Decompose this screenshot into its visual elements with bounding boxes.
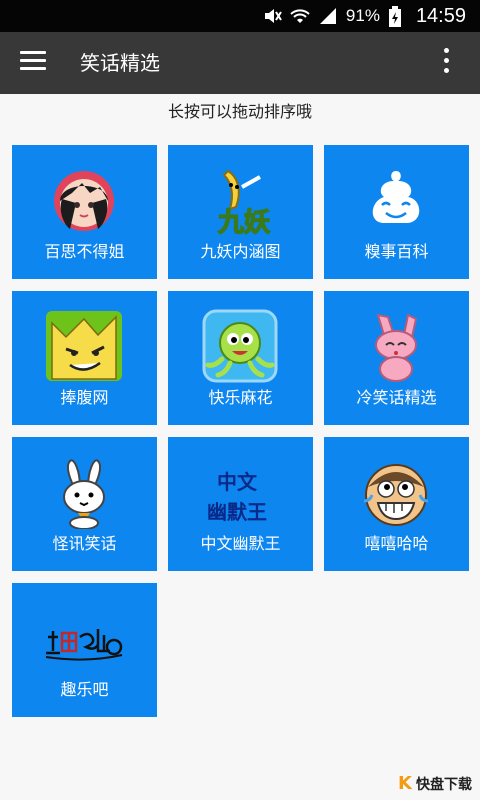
tile-zhongwenyoumowang[interactable]: 中文 幽默王 中文幽默王 <box>168 437 313 571</box>
qulebar-logo-icon <box>42 607 126 667</box>
tile-lengxiaohua[interactable]: 冷笑话精选 <box>324 291 469 425</box>
tile-pengfuwang[interactable]: 捧腹网 <box>12 291 157 425</box>
hamburger-icon[interactable] <box>20 51 46 73</box>
status-icons: 91% 14:59 <box>262 0 466 32</box>
mute-icon <box>262 6 282 26</box>
tile-label: 快乐麻花 <box>208 388 273 407</box>
banana-icon: 九妖 <box>204 165 276 239</box>
overflow-menu-icon[interactable] <box>442 48 450 78</box>
status-bar: 91% 14:59 <box>0 0 480 32</box>
octopus-icon <box>200 309 280 383</box>
tile-label: 百思不得姐 <box>44 242 125 261</box>
app-title: 笑话精选 <box>80 51 160 75</box>
girl-avatar-icon <box>48 165 120 237</box>
humor-king-logo-icon: 中文 幽默王 <box>204 457 276 529</box>
tile-guaixun[interactable]: 怪讯笑话 <box>12 437 157 571</box>
tile-label: 嘻嘻哈哈 <box>364 534 429 553</box>
app-bar: 笑话精选 <box>0 32 480 94</box>
tile-jiuyao[interactable]: 九妖 九妖内涵图 <box>168 145 313 279</box>
tile-qiushibaike[interactable]: 糗事百科 <box>324 145 469 279</box>
clock: 14:59 <box>415 4 466 27</box>
wifi-icon <box>290 6 310 26</box>
watermark-text: 快盘下载 <box>416 776 472 793</box>
tile-label: 中文幽默王 <box>200 534 281 553</box>
tile-xixihaha[interactable]: 嘻嘻哈哈 <box>324 437 469 571</box>
tile-label: 怪讯笑话 <box>52 534 117 553</box>
svg-text:九妖: 九妖 <box>217 208 270 237</box>
tile-label: 冷笑话精选 <box>356 388 437 407</box>
pink-rabbit-icon <box>360 311 432 383</box>
tile-label: 糗事百科 <box>364 242 429 261</box>
battery-percent: 91% <box>345 6 380 25</box>
tile-kuailemahua[interactable]: 快乐麻花 <box>168 291 313 425</box>
tile-label: 趣乐吧 <box>60 680 109 699</box>
cat-face-icon <box>44 309 124 383</box>
site-watermark: K 快盘下载 <box>398 773 472 794</box>
tile-baisibudejie[interactable]: 百思不得姐 <box>12 145 157 279</box>
watermark-logo: K <box>398 773 412 794</box>
svg-text:幽默王: 幽默王 <box>207 500 267 524</box>
drag-hint: 长按可以拖动排序哦 <box>167 102 312 121</box>
white-rabbit-icon <box>48 457 120 530</box>
signal-icon <box>318 6 338 26</box>
tile-label: 捧腹网 <box>60 388 109 407</box>
battery-icon <box>388 6 408 27</box>
tile-label: 九妖内涵图 <box>200 242 281 261</box>
svg-text:中文: 中文 <box>217 470 258 494</box>
tile-qulebar[interactable]: 趣乐吧 <box>12 583 157 717</box>
smiling-blob-icon <box>360 165 432 237</box>
laughing-face-icon <box>360 457 432 529</box>
